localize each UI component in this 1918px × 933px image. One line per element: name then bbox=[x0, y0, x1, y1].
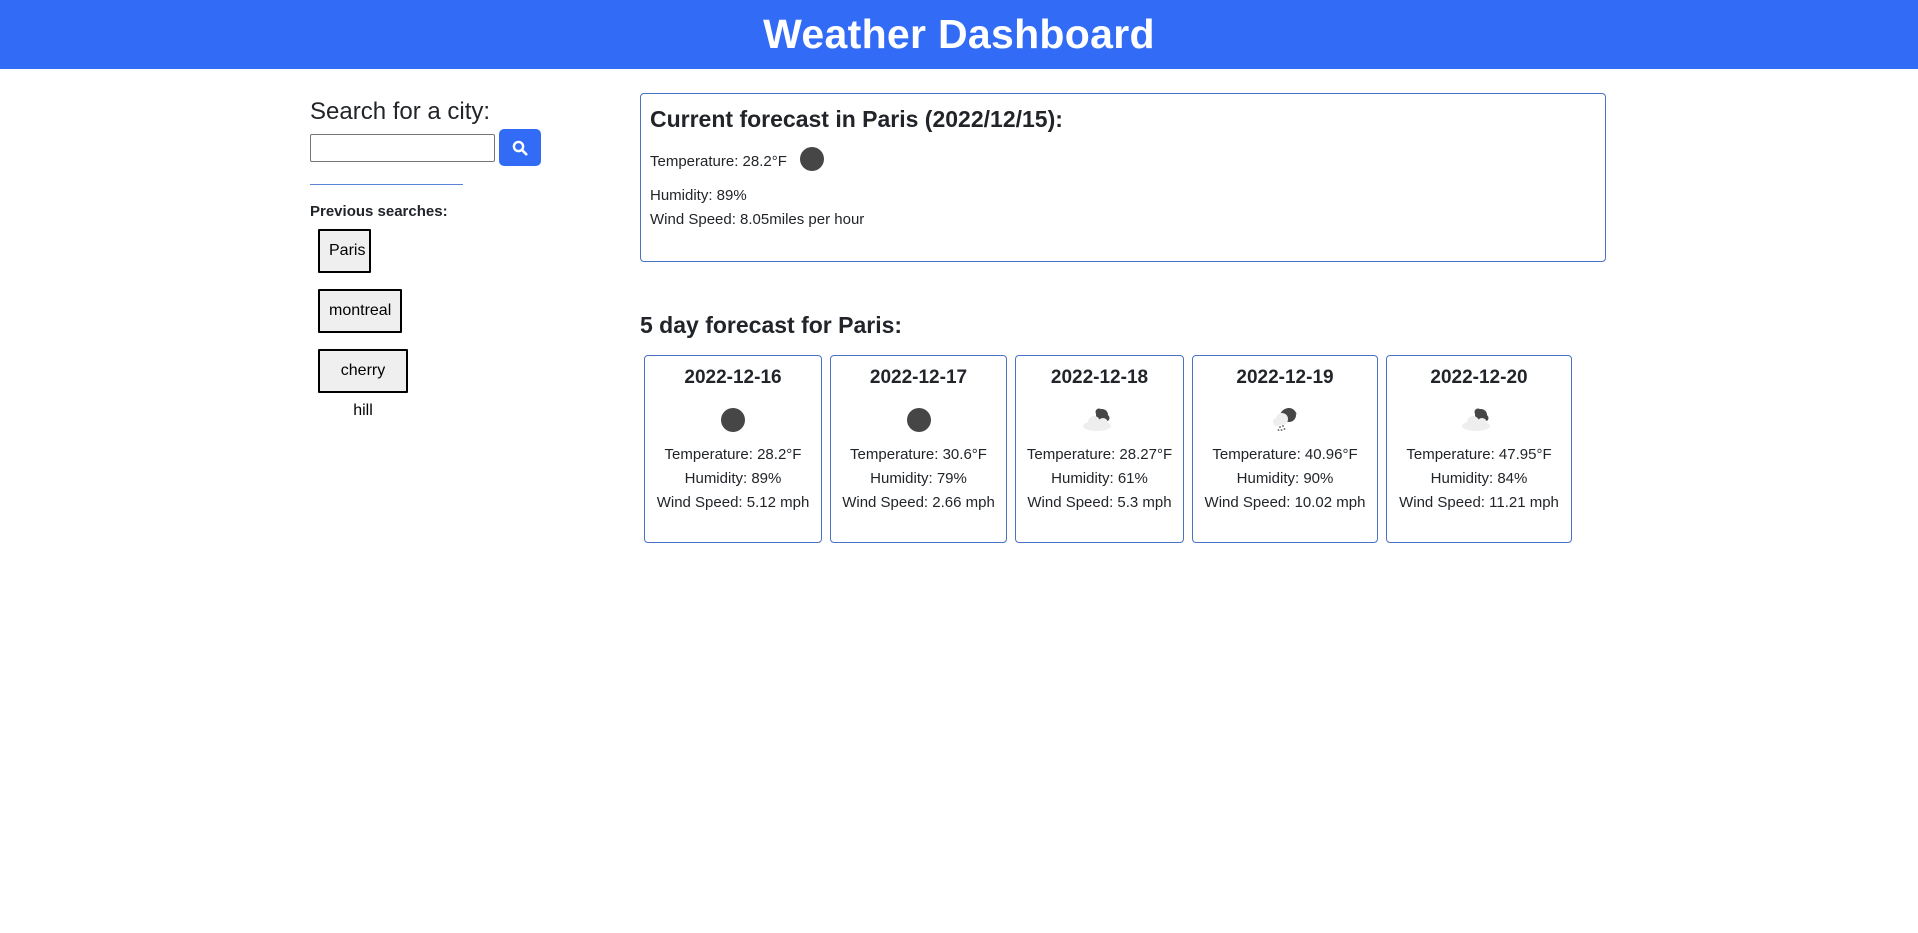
cloudy-night-icon bbox=[1016, 404, 1183, 436]
forecast-date: 2022-12-17 bbox=[869, 367, 968, 388]
current-temperature: Temperature: 28.2°F bbox=[650, 152, 787, 170]
search-button[interactable] bbox=[499, 129, 541, 166]
search-icon bbox=[512, 140, 528, 155]
forecast-humidity: Humidity: 90% bbox=[1236, 470, 1334, 487]
forecast-temperature: Temperature: 47.95°F bbox=[1406, 446, 1552, 463]
current-wind-speed: Wind Speed: 8.05miles per hour bbox=[650, 211, 865, 228]
snow-night-icon bbox=[1193, 404, 1377, 436]
current-temperature-row: Temperature: 28.2°F bbox=[650, 146, 1596, 176]
previous-searches-list: Paris montreal cherry hill bbox=[318, 229, 570, 419]
sidebar: Search for a city: Previous searches: Pa… bbox=[310, 96, 570, 419]
forecast-card: 2022-12-18 Temperature: 28.27°F Humidity… bbox=[1015, 355, 1184, 543]
forecast-humidity: Humidity: 89% bbox=[684, 470, 782, 487]
forecast-wind-speed: Wind Speed: 11.21 mph bbox=[1399, 494, 1559, 511]
previous-search-paris[interactable]: Paris bbox=[318, 229, 371, 273]
forecast-wind-speed: Wind Speed: 5.12 mph bbox=[656, 494, 810, 511]
forecast-wind-speed: Wind Speed: 10.02 mph bbox=[1204, 494, 1366, 511]
forecast-date: 2022-12-20 bbox=[1430, 367, 1528, 388]
forecast-wind-speed: Wind Speed: 2.66 mph bbox=[842, 494, 995, 511]
forecast-date: 2022-12-18 bbox=[1050, 367, 1149, 388]
forecast-date: 2022-12-19 bbox=[1236, 367, 1334, 388]
forecast-temperature: Temperature: 28.2°F bbox=[664, 446, 802, 463]
forecast-card: 2022-12-17 Temperature: 30.6°F Humidity:… bbox=[830, 355, 1007, 543]
current-forecast-card: Current forecast in Paris (2022/12/15): … bbox=[640, 93, 1606, 262]
forecast-temperature: Temperature: 40.96°F bbox=[1212, 446, 1358, 463]
moon-icon bbox=[799, 146, 825, 176]
current-humidity: Humidity: 89% bbox=[650, 187, 747, 204]
forecast-temperature: Temperature: 30.6°F bbox=[850, 446, 987, 463]
cloudy-night-icon bbox=[1387, 404, 1571, 436]
forecast-card: 2022-12-20 Temperature: 47.95°F Humidity… bbox=[1386, 355, 1572, 543]
previous-searches-title: Previous searches: bbox=[310, 203, 448, 220]
moon-icon bbox=[645, 404, 821, 436]
forecast-date: 2022-12-16 bbox=[684, 367, 782, 388]
search-label: Search for a city: bbox=[310, 98, 491, 125]
forecast-card: 2022-12-19 Temperature: 40.96°F Humidity… bbox=[1192, 355, 1378, 543]
search-input[interactable] bbox=[310, 133, 495, 162]
forecast-temperature: Temperature: 28.27°F bbox=[1026, 446, 1173, 463]
page-title: Weather Dashboard bbox=[763, 11, 1155, 57]
forecast-humidity: Humidity: 84% bbox=[1430, 470, 1528, 487]
divider bbox=[310, 184, 463, 185]
current-forecast-title: Current forecast in Paris (2022/12/15): bbox=[650, 106, 1063, 132]
header-bar: Weather Dashboard bbox=[0, 0, 1918, 69]
forecast-humidity: Humidity: 61% bbox=[1051, 470, 1148, 487]
previous-search-cherry-hill[interactable]: cherry hill bbox=[318, 349, 408, 419]
moon-icon bbox=[831, 404, 1006, 436]
previous-search-montreal[interactable]: montreal bbox=[318, 289, 402, 333]
forecast-card: 2022-12-16 Temperature: 28.2°F Humidity:… bbox=[644, 355, 822, 543]
forecast-wind-speed: Wind Speed: 5.3 mph bbox=[1027, 494, 1172, 511]
five-day-title: 5 day forecast for Paris: bbox=[640, 312, 903, 338]
search-row bbox=[310, 129, 570, 166]
forecast-humidity: Humidity: 79% bbox=[870, 470, 967, 487]
